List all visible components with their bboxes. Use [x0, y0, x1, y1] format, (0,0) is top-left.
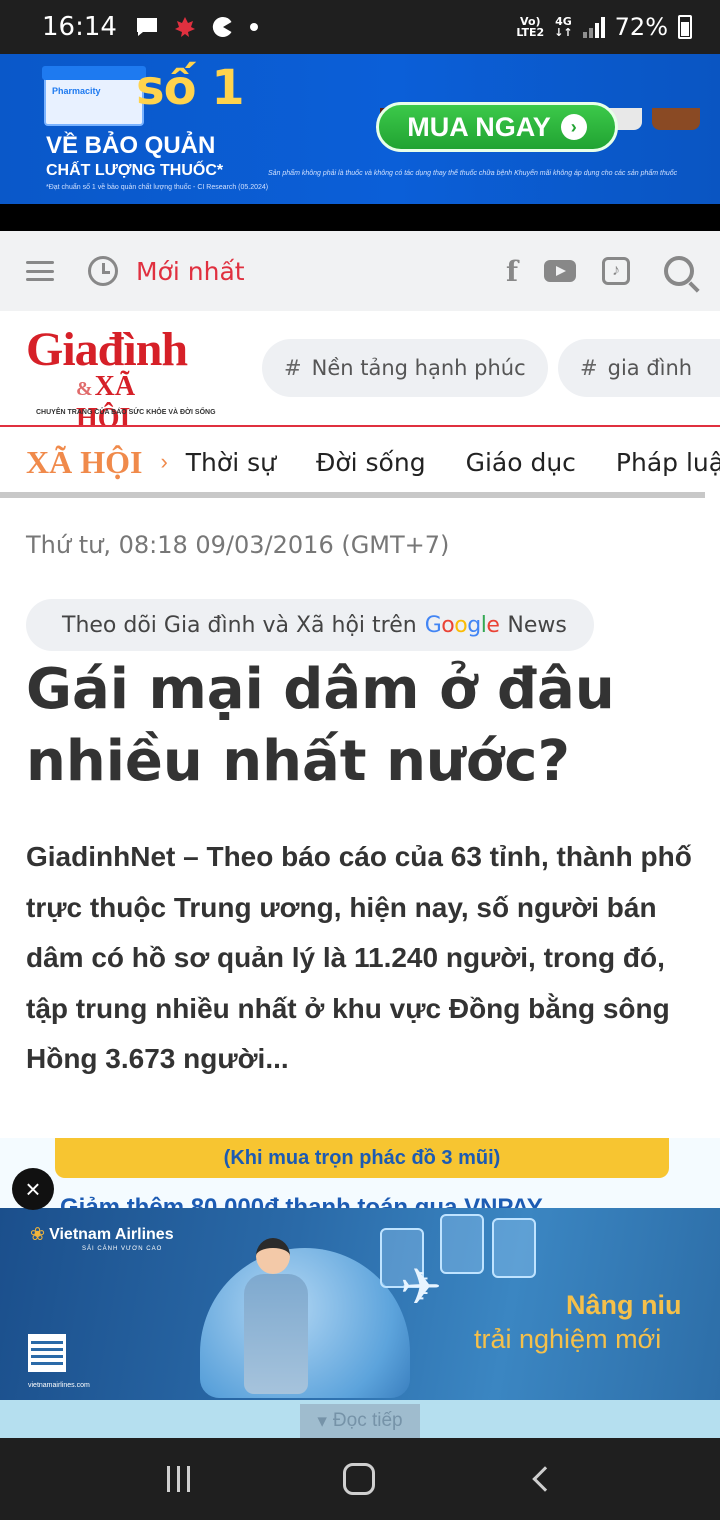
- network-type: 4G ↓↑: [554, 16, 572, 38]
- site-logo[interactable]: Giađình &XÃ HỘI CHUYÊN TRANG CỦA BÁO SỨC…: [26, 323, 216, 426]
- tag-nen-tang-hanh-phuc[interactable]: # Nền tảng hạnh phúc: [262, 339, 548, 397]
- close-ad-button[interactable]: ×: [12, 1168, 54, 1210]
- facebook-icon[interactable]: f: [506, 255, 518, 288]
- read-more-button[interactable]: ▾ Đọc tiếp: [300, 1404, 420, 1438]
- volte-indicator: Vo) LTE2: [516, 16, 544, 38]
- dot-icon: [249, 23, 258, 31]
- screens-illustration: [360, 1208, 540, 1328]
- store-label: Pharmacity: [52, 86, 101, 96]
- article-lead: GiadinhNet – Theo báo cáo của 63 tỉnh, t…: [26, 841, 692, 1074]
- va-tagline-2: trải nghiệm mới: [474, 1324, 662, 1354]
- back-icon[interactable]: [531, 1466, 558, 1492]
- tiktok-icon[interactable]: ♪: [602, 257, 630, 285]
- vaccine-ad-strip[interactable]: (Khi mua trọn phác đồ 3 mũi) Giảm thêm 8…: [0, 1138, 720, 1208]
- youtube-icon[interactable]: [544, 260, 576, 282]
- notification-icons: [135, 15, 259, 39]
- nav-thoi-su[interactable]: Thời sự: [186, 448, 276, 477]
- woman-illustration: [240, 1238, 310, 1398]
- data-arrows-icon: ↓↑: [554, 26, 573, 39]
- section-xa-hoi[interactable]: XÃ HỘI: [26, 444, 142, 481]
- hash-icon: #: [580, 356, 598, 380]
- logo-sub-text: &XÃ HỘI: [76, 371, 187, 425]
- ad-disclaimer: Sản phẩm không phải là thuốc và không có…: [268, 170, 678, 177]
- nav-giao-duc[interactable]: Giáo dục: [466, 448, 576, 477]
- history-clock-icon[interactable]: [88, 256, 118, 286]
- battery-percent: 72%: [614, 13, 668, 41]
- lotus-icon: ❀: [30, 1224, 46, 1244]
- ad-separator: [0, 204, 720, 231]
- google-news-follow-button[interactable]: Theo dõi Gia đình và Xã hội trên Google …: [26, 599, 594, 651]
- va-url: vietnamairlines.com: [28, 1382, 90, 1389]
- buy-now-label: MUA NGAY: [407, 111, 551, 142]
- number-one-badge: số 1: [136, 60, 245, 116]
- category-nav: XÃ HỘI › Thời sự Đời sống Giáo dục Pháp …: [0, 427, 720, 497]
- pacman-icon: [212, 16, 232, 37]
- system-nav-bar: [0, 1438, 720, 1520]
- ad-headline-2: CHẤT LƯỢNG THUỐC*: [46, 162, 224, 179]
- tag-label: Nền tảng hạnh phúc: [311, 356, 526, 380]
- home-icon[interactable]: [342, 1463, 375, 1495]
- follow-text: Theo dõi Gia đình và Xã hội trên: [62, 612, 417, 638]
- plane-icon: ✈: [400, 1259, 442, 1315]
- masthead: Giađình &XÃ HỘI CHUYÊN TRANG CỦA BÁO SỨC…: [0, 311, 720, 427]
- maple-leaf-icon: [174, 17, 195, 37]
- chevron-down-icon: ▾: [317, 1410, 327, 1432]
- logo-main-text: Giađình: [26, 323, 188, 376]
- ad-promo-bar: (Khi mua trọn phác đồ 3 mũi): [55, 1138, 669, 1178]
- buy-now-button[interactable]: MUA NGAY ›: [376, 102, 618, 152]
- recents-icon[interactable]: [166, 1466, 190, 1492]
- google-logo: Google: [424, 612, 500, 638]
- signal-icon: [582, 16, 605, 38]
- article-title: Gái mại dâm ở đâu nhiều nhất nước?: [26, 657, 615, 794]
- read-more-label: Đọc tiếp: [332, 1410, 403, 1431]
- vietnam-airlines-logo: ❀ Vietnam Airlines: [30, 1224, 174, 1245]
- message-icon: [136, 18, 157, 36]
- nav-phap-luat[interactable]: Pháp luật: [616, 448, 720, 477]
- logo-tagline: CHUYÊN TRANG CỦA BÁO SỨC KHỎE VÀ ĐỜI SỐN…: [36, 409, 216, 416]
- site-toolbar: Mới nhất f ♪: [0, 231, 720, 311]
- pharmacy-store-image: Pharmacity: [42, 66, 146, 126]
- qr-code: [28, 1334, 66, 1372]
- battery-icon: [678, 15, 692, 39]
- tag-label: gia đình: [607, 356, 693, 380]
- menu-icon[interactable]: [26, 261, 54, 281]
- ad-promo-text: Giảm thêm 80.000đ thanh toán qua VNPAY: [60, 1194, 543, 1208]
- tag-gia-dinh[interactable]: # gia đình: [558, 339, 720, 397]
- top-ad-banner[interactable]: Pharmacity số 1 VỀ BẢO QUẢN CHẤT LƯỢNG T…: [0, 54, 720, 204]
- hash-icon: #: [284, 356, 302, 380]
- article-date: Thứ tư, 08:18 09/03/2016 (GMT+7): [26, 531, 450, 559]
- arrow-right-icon: ›: [560, 114, 587, 140]
- search-icon[interactable]: [664, 256, 694, 286]
- status-time: 16:14: [42, 12, 117, 42]
- va-slogan: SẢI CÁNH VƯƠN CAO: [82, 1246, 163, 1252]
- ad-headline-1: VỀ BẢO QUẢN: [46, 132, 216, 159]
- ad-fine-print: *Đạt chuẩn số 1 về bảo quản chất lượng t…: [46, 184, 269, 191]
- va-tagline-1: Nâng niu: [566, 1290, 682, 1320]
- lte-label: LTE2: [516, 26, 545, 39]
- news-label: News: [507, 612, 567, 638]
- logo-ampersand: &: [76, 378, 93, 400]
- nav-doi-song[interactable]: Đời sống: [316, 448, 426, 477]
- status-right: Vo) LTE2 4G ↓↑ 72%: [516, 13, 692, 41]
- vietnam-airlines-ad[interactable]: ❀ Vietnam Airlines SẢI CÁNH VƯƠN CAO ✈ v…: [0, 1208, 720, 1400]
- status-bar: 16:14 Vo) LTE2 4G ↓↑ 72%: [0, 0, 720, 54]
- nav-scroll-indicator: [0, 492, 705, 498]
- social-links: f ♪: [506, 255, 694, 288]
- va-brand: Vietnam Airlines: [49, 1225, 174, 1243]
- chevron-right-icon: ›: [160, 449, 168, 474]
- latest-news-link[interactable]: Mới nhất: [136, 257, 245, 286]
